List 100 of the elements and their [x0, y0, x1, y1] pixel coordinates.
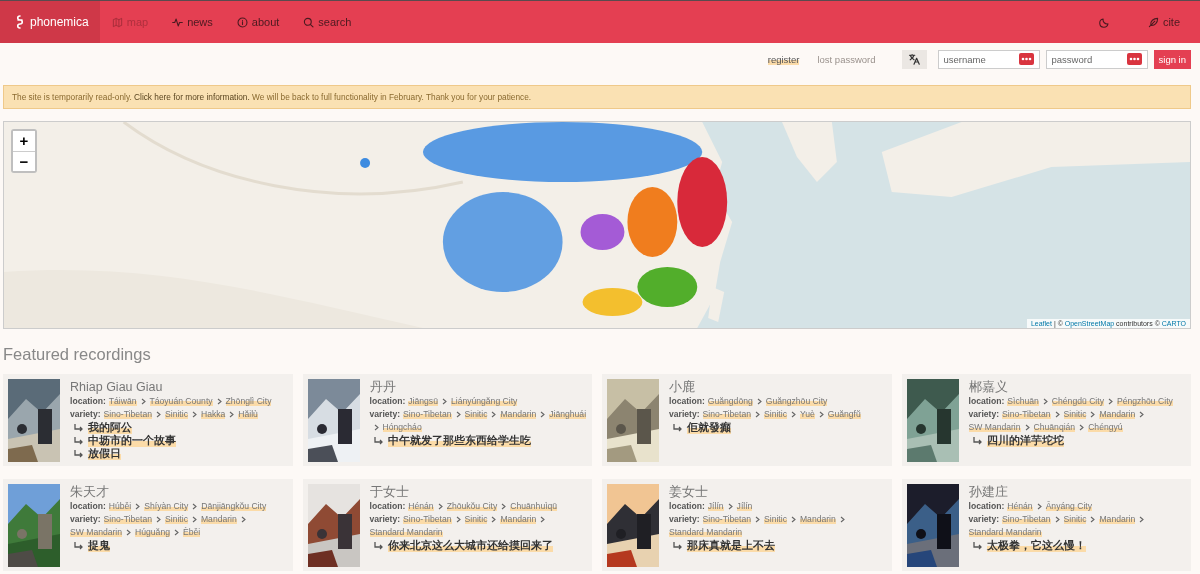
recording-link[interactable]: 捉鬼 [88, 539, 110, 552]
variety-link[interactable]: Mandarin [799, 514, 836, 524]
return-arrow-icon [73, 422, 84, 433]
variety-link[interactable]: Sino-Tibetan [702, 514, 751, 524]
variety-link[interactable]: Yuè [799, 409, 815, 419]
variety-link[interactable]: Sino-Tibetan [1002, 409, 1051, 419]
location-link[interactable]: Liányúngăng City [450, 396, 518, 406]
variety-link[interactable]: Sinitic [764, 409, 787, 419]
variety-link[interactable]: Hakka [200, 409, 226, 419]
variety-link[interactable]: Sinitic [764, 514, 787, 524]
variety-link[interactable]: Sinitic [1063, 514, 1087, 524]
variety-link[interactable]: Sinitic [165, 409, 188, 419]
location-link[interactable]: Zhōnglì City [225, 396, 272, 406]
variety-link[interactable]: Chéngyú [1088, 422, 1123, 432]
speaker-name[interactable]: 朱天才 [70, 484, 288, 500]
location-link[interactable]: Táoyuán County [149, 396, 213, 406]
location-link[interactable]: Sìchuān [1007, 396, 1039, 406]
recording-link[interactable]: 中坜市的一个故事 [88, 434, 176, 447]
speaker-name[interactable]: 丹丹 [369, 379, 587, 395]
brand-link[interactable]: phonemica [0, 1, 100, 43]
location-link[interactable]: Ānyáng City [1045, 501, 1092, 511]
location-link[interactable]: Hénán [1007, 501, 1033, 511]
location-link[interactable]: Hénán [408, 501, 434, 511]
chevron-icon [135, 503, 141, 511]
variety-link[interactable]: Sino-Tibetan [1002, 514, 1051, 524]
variety-link[interactable]: Sinitic [1063, 409, 1087, 419]
location-link[interactable]: Péngzhōu City [1116, 396, 1173, 406]
location-link[interactable]: Guăngdōng [707, 396, 753, 406]
variety-link[interactable]: Jiānghuái [549, 409, 587, 419]
variety-link[interactable]: Hăilù [238, 409, 258, 419]
location-link[interactable]: Chéngdū City [1051, 396, 1104, 406]
recording-link[interactable]: 放假日 [88, 447, 121, 460]
cite-link[interactable]: cite [1135, 16, 1192, 28]
alert-message: The site is temporarily read-only. Click here for more information. We will be back to full functionality in February. Thank you for your patience. [12, 92, 532, 102]
variety-link[interactable]: Standard Mandarin [968, 527, 1042, 537]
variety-link[interactable]: Sino-Tibetan [103, 409, 152, 419]
variety-link[interactable]: Sinitic [165, 514, 188, 524]
location-link[interactable]: Jiāngsū [408, 396, 438, 406]
variety-link[interactable]: Standard Mandarin [369, 527, 443, 537]
speaker-name[interactable]: 小鹿 [669, 379, 861, 395]
username-field[interactable]: username [937, 49, 1040, 69]
nav-link[interactable]: search [291, 16, 364, 28]
variety-link[interactable]: Sino-Tibetan [103, 514, 152, 524]
map-icon [111, 16, 123, 28]
variety-link[interactable]: Standard Mandarin [669, 527, 743, 537]
variety-link[interactable]: Sino-Tibetan [403, 514, 452, 524]
recording-link[interactable]: 太极拳，它这么慢！ [986, 539, 1086, 552]
return-arrow-icon [73, 540, 84, 551]
location-link[interactable]: Guăngzhōu City [765, 396, 828, 406]
location-link[interactable]: Zhōukŏu City [446, 501, 498, 511]
chevron-icon [240, 516, 246, 524]
recording-link[interactable]: 我的阿公 [88, 421, 132, 434]
recording-link[interactable]: 佢就發癲 [687, 421, 731, 434]
register-link[interactable]: register [767, 53, 800, 65]
chevron-icon [1054, 516, 1060, 524]
variety-link[interactable]: Hóngcháo [382, 422, 422, 432]
variety-link[interactable]: Sinitic [464, 514, 488, 524]
variety-link[interactable]: Sinitic [464, 409, 488, 419]
location-link[interactable]: Táiwān [108, 396, 137, 406]
recording-link[interactable]: 那床真就是上不去 [687, 539, 775, 552]
variety-link[interactable]: Mandarin [1099, 514, 1136, 524]
variety-link[interactable]: Èběi [182, 527, 201, 537]
section-heading: Featured recordings [3, 344, 152, 364]
variety-link[interactable]: Húguăng [135, 527, 170, 537]
variety-link[interactable]: Sino-Tibetan [403, 409, 452, 419]
return-arrow-icon [73, 435, 84, 446]
meta-label: location: [369, 396, 406, 406]
speaker-name[interactable]: 于女士 [369, 484, 587, 500]
chevron-icon [727, 503, 733, 511]
variety-link[interactable]: SW Mandarin [70, 527, 123, 537]
nav-link[interactable]: about [224, 16, 292, 28]
variety-link[interactable]: Sino-Tibetan [702, 409, 751, 419]
speaker-name[interactable]: Rhiap Giau Giau [70, 379, 272, 395]
return-arrow-icon [672, 540, 683, 551]
variety-link[interactable]: SW Mandarin [968, 422, 1021, 432]
zoom-out-button[interactable]: − [13, 151, 35, 171]
speaker-name[interactable]: 姜女士 [669, 484, 887, 500]
info-link[interactable]: Click here for more information. [134, 92, 250, 102]
recording-link[interactable]: 中午就发了那些东西给学生吃 [387, 434, 531, 447]
location-link[interactable]: Dānjiāngkŏu City [201, 501, 267, 511]
return-arrow-icon [971, 435, 983, 446]
location-link[interactable]: Jílín [707, 501, 724, 511]
variety-link[interactable]: Guăngfŭ [827, 409, 861, 419]
sign-in-button[interactable]: sign in [1153, 49, 1191, 69]
recording-link[interactable]: 你来北京这么大城市还给摸回来了 [387, 539, 553, 552]
variety-link[interactable]: Mandarin [500, 409, 537, 419]
speaker-name[interactable]: 郴嘉义 [968, 379, 1186, 395]
language-button[interactable] [901, 49, 927, 69]
variety-link[interactable]: Mandarin [200, 514, 237, 524]
location-link[interactable]: Jílín [736, 501, 753, 511]
recording-link[interactable]: 四川的洋芋坨坨 [986, 434, 1064, 447]
password-field[interactable]: password [1045, 49, 1148, 69]
location-link[interactable]: Shíyàn City [144, 501, 189, 511]
location-link[interactable]: Chuānhuìqū [510, 501, 558, 511]
variety-link[interactable]: Chuānqián [1033, 422, 1076, 432]
variety-link[interactable]: Mandarin [500, 514, 537, 524]
nav-link[interactable]: news [160, 16, 225, 28]
location-link[interactable]: Húběi [108, 501, 132, 511]
speaker-name[interactable]: 孙建庄 [968, 484, 1186, 500]
variety-link[interactable]: Mandarin [1099, 409, 1136, 419]
